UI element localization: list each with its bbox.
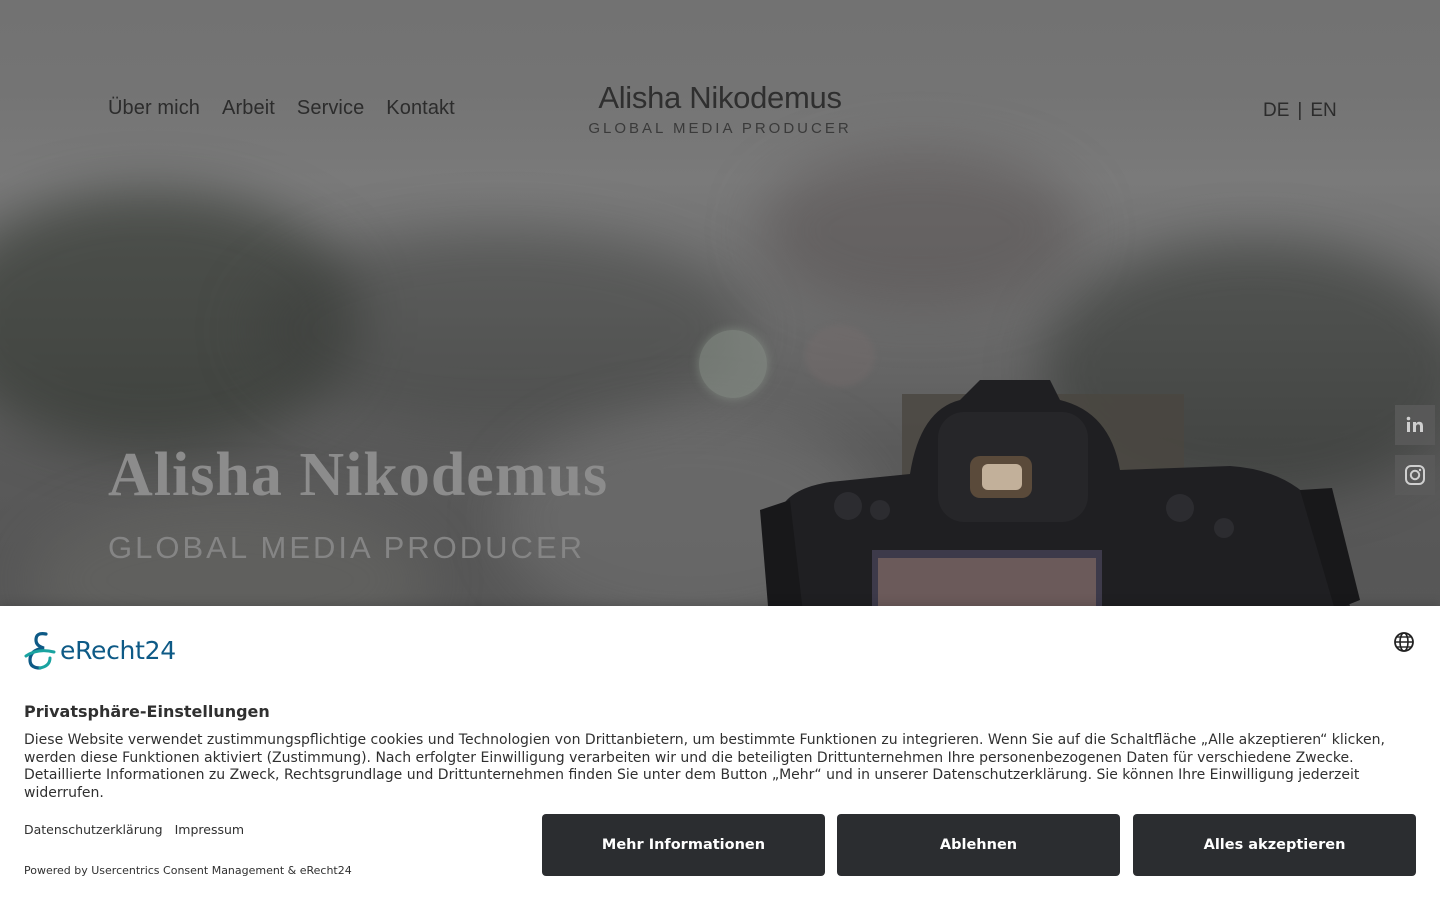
brand-name: eRecht24	[60, 635, 176, 665]
logo-subtitle: GLOBAL MEDIA PRODUCER	[588, 120, 852, 137]
consent-links: Datenschutzerklärung Impressum	[24, 822, 244, 837]
instagram-icon	[1405, 465, 1425, 485]
nav-item-service[interactable]: Service	[297, 97, 364, 120]
lang-separator: |	[1297, 100, 1303, 121]
decline-button[interactable]: Ablehnen	[837, 814, 1120, 876]
accept-all-button[interactable]: Alles akzeptieren	[1133, 814, 1416, 876]
language-globe-icon[interactable]	[1393, 631, 1415, 653]
powered-by-text: Powered by Usercentrics Consent Manageme…	[24, 864, 352, 877]
lang-en-link[interactable]: EN	[1310, 100, 1336, 122]
instagram-button[interactable]	[1395, 455, 1435, 495]
language-switcher: DE | EN	[1263, 100, 1337, 122]
nav-item-arbeit[interactable]: Arbeit	[222, 97, 275, 120]
bokeh-light	[699, 330, 767, 398]
linkedin-button[interactable]	[1395, 405, 1435, 445]
nav-item-ueber-mich[interactable]: Über mich	[108, 97, 200, 120]
site-logo[interactable]: Alisha Nikodemus GLOBAL MEDIA PRODUCER	[580, 80, 860, 137]
privacy-policy-link[interactable]: Datenschutzerklärung	[24, 822, 163, 837]
erecht24-logo: eRecht24	[24, 630, 176, 670]
camera-image	[760, 380, 1360, 630]
bg-blur	[760, 150, 1080, 310]
cookie-consent-banner: eRecht24 Privatsphäre-Einstellungen Dies…	[0, 606, 1440, 900]
hero-subtitle: GLOBAL MEDIA PRODUCER	[108, 530, 586, 565]
more-information-button[interactable]: Mehr Informationen	[542, 814, 825, 876]
linkedin-icon	[1406, 416, 1423, 432]
main-nav: Über mich Arbeit Service Kontakt	[108, 97, 455, 120]
logo-name: Alisha Nikodemus	[598, 80, 842, 115]
consent-description: Diese Website verwendet zustimmungspflic…	[24, 732, 1385, 801]
lang-de-link[interactable]: DE	[1263, 100, 1289, 122]
hero-title: Alisha Nikodemus	[108, 441, 609, 509]
bg-blur	[250, 230, 750, 430]
consent-title: Privatsphäre-Einstellungen	[24, 702, 270, 721]
nav-item-kontakt[interactable]: Kontakt	[386, 97, 455, 120]
erecht24-symbol-icon	[24, 632, 56, 670]
imprint-link[interactable]: Impressum	[175, 822, 244, 837]
